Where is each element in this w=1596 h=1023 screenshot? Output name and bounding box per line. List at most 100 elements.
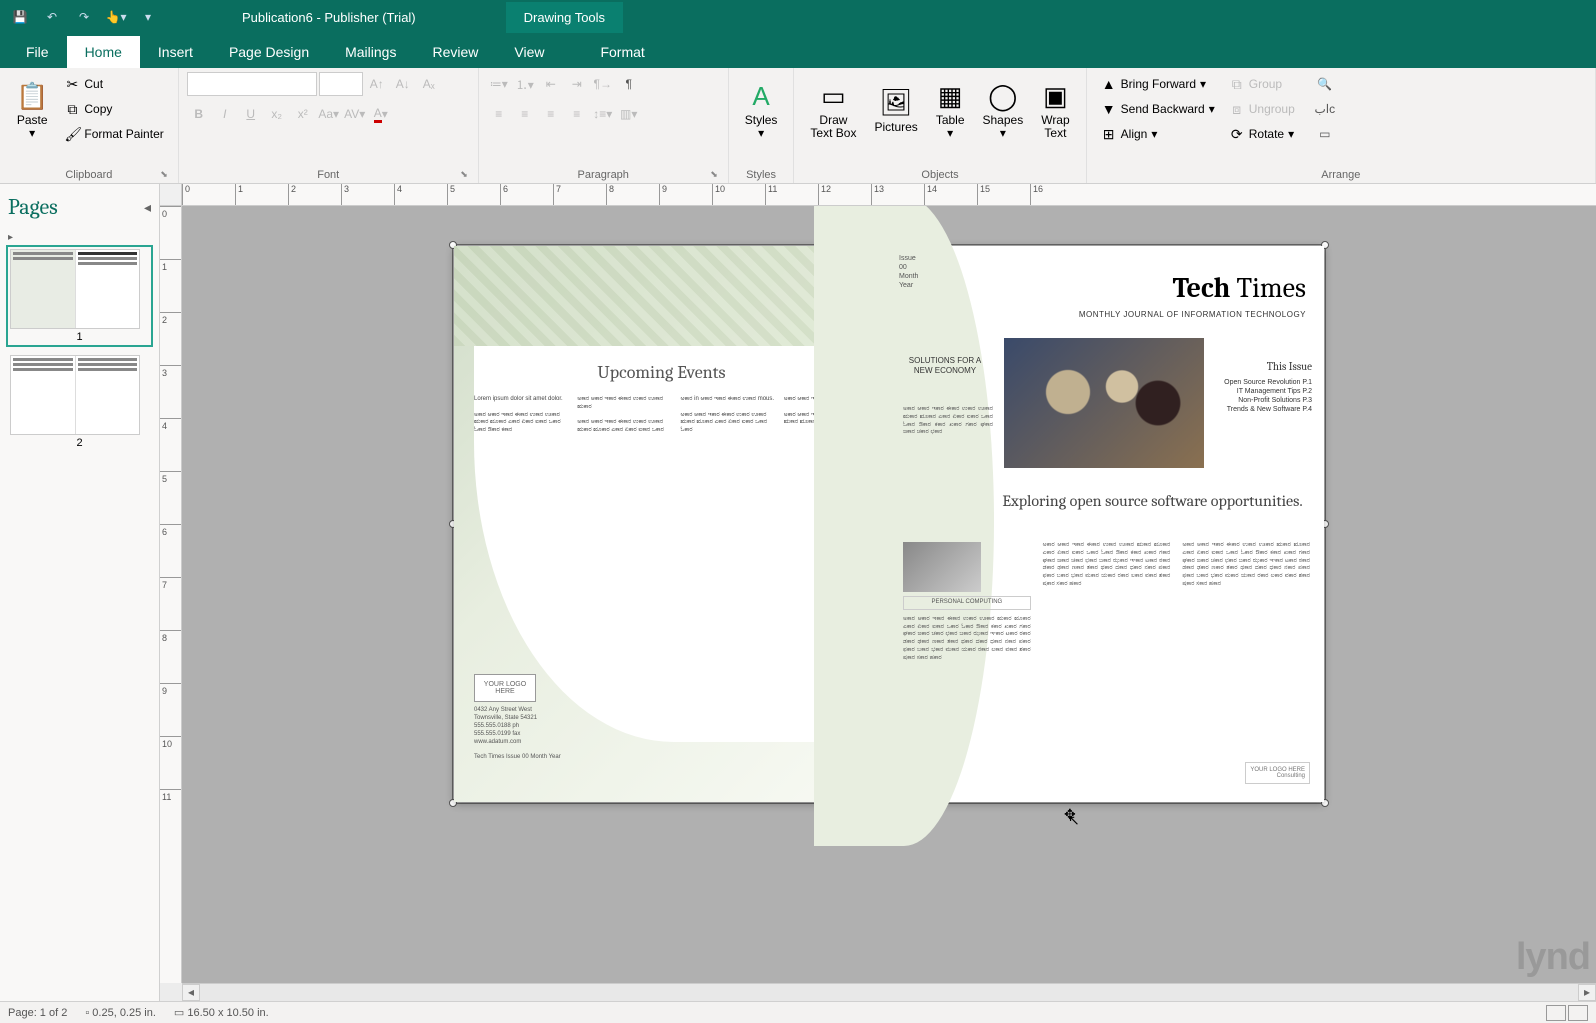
tab-home[interactable]: Home [67, 36, 140, 68]
page-thumbnail-2[interactable]: 2 [6, 351, 153, 453]
ltr-icon[interactable]: ¶→ [591, 72, 615, 96]
numbering-icon[interactable]: ⒈▾ [513, 72, 537, 96]
publication-spread[interactable]: Upcoming Events Lorem ipsum dolor sit am… [454, 246, 1324, 802]
canvas-viewport[interactable]: Upcoming Events Lorem ipsum dolor sit am… [182, 206, 1596, 983]
select-icon[interactable]: ▭ [1313, 122, 1337, 146]
scroll-left-icon[interactable]: ◂ [182, 984, 200, 1001]
issue-date-box[interactable]: Issue 00 Month Year [899, 254, 918, 290]
status-page[interactable]: Page: 1 of 2 [8, 1007, 67, 1019]
scroll-right-icon[interactable]: ▸ [1578, 984, 1596, 1001]
font-size-combo[interactable] [319, 72, 363, 96]
change-case-icon[interactable]: Aa▾ [317, 102, 341, 126]
copy-button[interactable]: ⧉Copy [58, 97, 169, 121]
tab-view[interactable]: View [496, 36, 562, 68]
scroll-track[interactable] [200, 984, 1578, 1001]
group-button[interactable]: ⧉Group [1223, 72, 1301, 96]
increase-font-icon[interactable]: A↑ [365, 72, 389, 96]
bullets-icon[interactable]: ≔▾ [487, 72, 511, 96]
status-position: ▫ 0.25, 0.25 in. [85, 1007, 156, 1019]
two-page-view-icon[interactable] [1568, 1005, 1588, 1021]
underline-icon[interactable]: U [239, 102, 263, 126]
chevron-down-icon: ▾ [758, 127, 764, 140]
solutions-heading[interactable]: SOLUTIONS FOR A NEW ECONOMY [907, 356, 983, 377]
collapse-panel-icon[interactable]: ◂ [144, 199, 151, 216]
horizontal-ruler[interactable]: 012345678910111213141516 [182, 184, 1596, 206]
this-issue-toc[interactable]: This Issue Open Source Revolution P.1 IT… [1208, 360, 1312, 415]
upcoming-events-heading[interactable]: Upcoming Events [454, 362, 869, 383]
line-spacing-icon[interactable]: ↕≡▾ [591, 102, 615, 126]
group-icon: ⧉ [1229, 76, 1245, 93]
shapes-button[interactable]: ◯Shapes▾ [975, 72, 1032, 150]
draw-text-box-button[interactable]: ▭Draw Text Box [802, 72, 864, 150]
replace-icon[interactable]: ابc [1313, 97, 1337, 121]
clear-formatting-icon[interactable]: Aₓ [417, 72, 441, 96]
hero-image[interactable] [1004, 338, 1204, 468]
logo-placeholder[interactable]: YOUR LOGO HERE [474, 674, 536, 702]
single-page-view-icon[interactable] [1546, 1005, 1566, 1021]
columns-icon[interactable]: ▥▾ [617, 102, 641, 126]
undo-icon[interactable]: ↶ [38, 3, 66, 31]
keyboard-image[interactable] [903, 542, 981, 592]
save-icon[interactable]: 💾 [6, 3, 34, 31]
styles-button[interactable]: A Styles ▾ [737, 72, 786, 150]
newsletter-masthead[interactable]: Tech Times MONTHLY JOURNAL OF INFORMATIO… [1079, 272, 1306, 319]
status-bar: Page: 1 of 2 ▫ 0.25, 0.25 in. ▭ 16.50 x … [0, 1001, 1596, 1023]
bring-forward-button[interactable]: ▲Bring Forward ▾ [1095, 72, 1221, 96]
expand-icon[interactable]: ▸ [6, 230, 153, 245]
right-page[interactable]: Issue 00 Month Year Tech Times MONTHLY J… [889, 246, 1324, 802]
rotate-button[interactable]: ⟳Rotate ▾ [1223, 122, 1301, 146]
article-columns[interactable]: PERSONAL COMPUTING ಅಕಾರ ಆಕಾರ ಇಕಾರ ಈಕಾರ ಉ… [903, 542, 1310, 752]
italic-icon[interactable]: I [213, 102, 237, 126]
rtl-icon[interactable]: ¶ [617, 72, 641, 96]
font-color-icon[interactable]: A▾ [369, 102, 393, 126]
justify-icon[interactable]: ≡ [565, 102, 589, 126]
image-caption[interactable]: PERSONAL COMPUTING [903, 596, 1031, 610]
font-family-combo[interactable] [187, 72, 317, 96]
cut-icon: ✂ [64, 76, 80, 93]
address-block[interactable]: 0432 Any Street West Townsville, State 5… [474, 707, 561, 762]
align-button[interactable]: ⊞Align ▾ [1095, 122, 1221, 146]
article-headline[interactable]: Exploring open source software opportuni… [999, 492, 1306, 510]
table-button[interactable]: ▦Table▾ [928, 72, 973, 150]
send-backward-button[interactable]: ▼Send Backward ▾ [1095, 97, 1221, 121]
page-thumbnail-1[interactable]: 1 [6, 245, 153, 347]
tab-format[interactable]: Format [582, 36, 662, 68]
decrease-indent-icon[interactable]: ⇤ [539, 72, 563, 96]
pictures-button[interactable]: 🖼Pictures [866, 72, 925, 150]
touch-mode-icon[interactable]: 👆▾ [102, 3, 130, 31]
cut-button[interactable]: ✂Cut [58, 72, 169, 96]
redo-icon[interactable]: ↷ [70, 3, 98, 31]
find-icon[interactable]: 🔍 [1313, 72, 1337, 96]
bold-icon[interactable]: B [187, 102, 211, 126]
paste-icon: 📋 [16, 82, 48, 111]
align-right-icon[interactable]: ≡ [539, 102, 563, 126]
vertical-ruler[interactable]: 01234567891011 [160, 206, 182, 983]
group-label-arrange: Arrange [1095, 167, 1587, 183]
tab-review[interactable]: Review [414, 36, 496, 68]
increase-indent-icon[interactable]: ⇥ [565, 72, 589, 96]
tab-mailings[interactable]: Mailings [327, 36, 414, 68]
footer-logo[interactable]: YOUR LOGO HERE Consulting [1245, 762, 1310, 784]
rotate-icon: ⟳ [1229, 126, 1245, 143]
tab-insert[interactable]: Insert [140, 36, 211, 68]
ungroup-button[interactable]: ⧈Ungroup [1223, 97, 1301, 121]
wrap-text-button[interactable]: ▣Wrap Text [1033, 72, 1077, 150]
horizontal-scrollbar[interactable]: ◂ ▸ [182, 983, 1596, 1001]
canvas-area: 012345678910111213141516 01234567891011 [160, 184, 1596, 1001]
tab-file[interactable]: File [8, 36, 67, 68]
char-spacing-icon[interactable]: AV▾ [343, 102, 367, 126]
align-left-icon[interactable]: ≡ [487, 102, 511, 126]
status-size: ▭ 16.50 x 10.50 in. [174, 1006, 269, 1019]
subscript-icon[interactable]: x₂ [265, 102, 289, 126]
superscript-icon[interactable]: x² [291, 102, 315, 126]
qat-customize-icon[interactable]: ▾ [134, 3, 162, 31]
wrap-text-icon: ▣ [1043, 82, 1068, 111]
format-painter-button[interactable]: 🖌Format Painter [58, 122, 169, 146]
tab-page-design[interactable]: Page Design [211, 36, 327, 68]
group-styles: A Styles ▾ Styles [729, 68, 795, 183]
sidebar-body-text[interactable]: ಅಕಾರ ಆಕಾರ ಇಕಾರ ಈಕಾರ ಉಕಾರ ಊಕಾರ ಋಕಾರ ೠಕಾರ … [903, 406, 993, 437]
chevron-down-icon: ▾ [947, 127, 953, 140]
paste-button[interactable]: 📋 Paste ▾ [8, 72, 56, 150]
align-center-icon[interactable]: ≡ [513, 102, 537, 126]
decrease-font-icon[interactable]: A↓ [391, 72, 415, 96]
